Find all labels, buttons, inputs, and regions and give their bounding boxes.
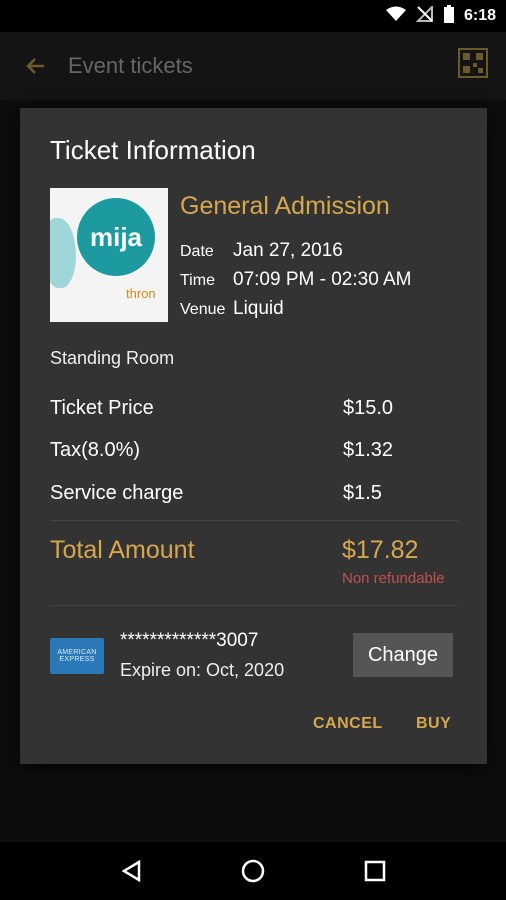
triangle-back-icon [121, 859, 141, 883]
event-poster: mija thron [50, 188, 168, 322]
poster-logo: mija [77, 198, 155, 276]
time-row: Time 07:09 PM - 02:30 AM [180, 269, 412, 291]
ticket-type: General Admission [180, 192, 390, 220]
cancel-button[interactable]: CANCEL [313, 715, 383, 733]
card-number: *************3007 [120, 630, 259, 651]
date-label: Date [180, 243, 214, 260]
divider [50, 605, 458, 606]
refund-note: Non refundable [342, 570, 445, 587]
status-time: 6:18 [463, 7, 496, 24]
ticket-dialog: Ticket Information mija thron General Ad… [20, 108, 487, 764]
home-nav-button[interactable] [238, 856, 268, 886]
venue-row: Venue Liquid [180, 298, 284, 320]
square-recents-icon [364, 860, 386, 882]
service-charge-label: Service charge [50, 482, 184, 504]
tax-row: Tax(8.0%) $1.32 [50, 439, 470, 462]
back-nav-button[interactable] [116, 856, 146, 886]
no-signal-icon [415, 4, 434, 27]
divider [50, 520, 458, 521]
circle-home-icon [241, 859, 265, 883]
price-row: Ticket Price $15.0 [50, 397, 470, 420]
navigation-bar [0, 842, 506, 900]
wifi-icon [385, 6, 406, 27]
dialog-title: Ticket Information [50, 135, 256, 165]
date-row: Date Jan 27, 2016 [180, 240, 343, 262]
arrow-left-icon [26, 58, 44, 74]
change-payment-button[interactable]: Change [353, 633, 453, 677]
poster-figure [50, 218, 76, 288]
battery-icon [443, 4, 454, 28]
card-expiry: Expire on: Oct, 2020 [120, 660, 285, 680]
service-charge-row: Service charge $1.5 [50, 482, 470, 505]
page-title: Event tickets [68, 53, 193, 78]
total-value: $17.82 [342, 536, 419, 564]
price-label: Ticket Price [50, 397, 154, 419]
amex-card-icon: AMERICAN EXPRESS [50, 638, 104, 674]
poster-brand: thron [126, 286, 156, 301]
tax-label: Tax(8.0%) [50, 439, 141, 461]
buy-button[interactable]: BUY [416, 715, 451, 733]
price-value: $15.0 [343, 397, 394, 419]
venue-label: Venue [180, 301, 226, 318]
app-bar: Event tickets [0, 32, 506, 100]
seating-type: Standing Room [50, 348, 175, 368]
service-charge-value: $1.5 [343, 482, 382, 504]
time-value: 07:09 PM - 02:30 AM [233, 269, 412, 290]
venue-value: Liquid [233, 298, 284, 319]
back-button[interactable] [20, 50, 52, 82]
qr-code-icon[interactable] [458, 48, 488, 78]
time-label: Time [180, 272, 215, 289]
recents-nav-button[interactable] [360, 856, 390, 886]
tax-value: $1.32 [343, 439, 394, 461]
status-bar: 6:18 [0, 0, 506, 32]
date-value: Jan 27, 2016 [233, 240, 343, 261]
total-label: Total Amount [50, 536, 195, 564]
